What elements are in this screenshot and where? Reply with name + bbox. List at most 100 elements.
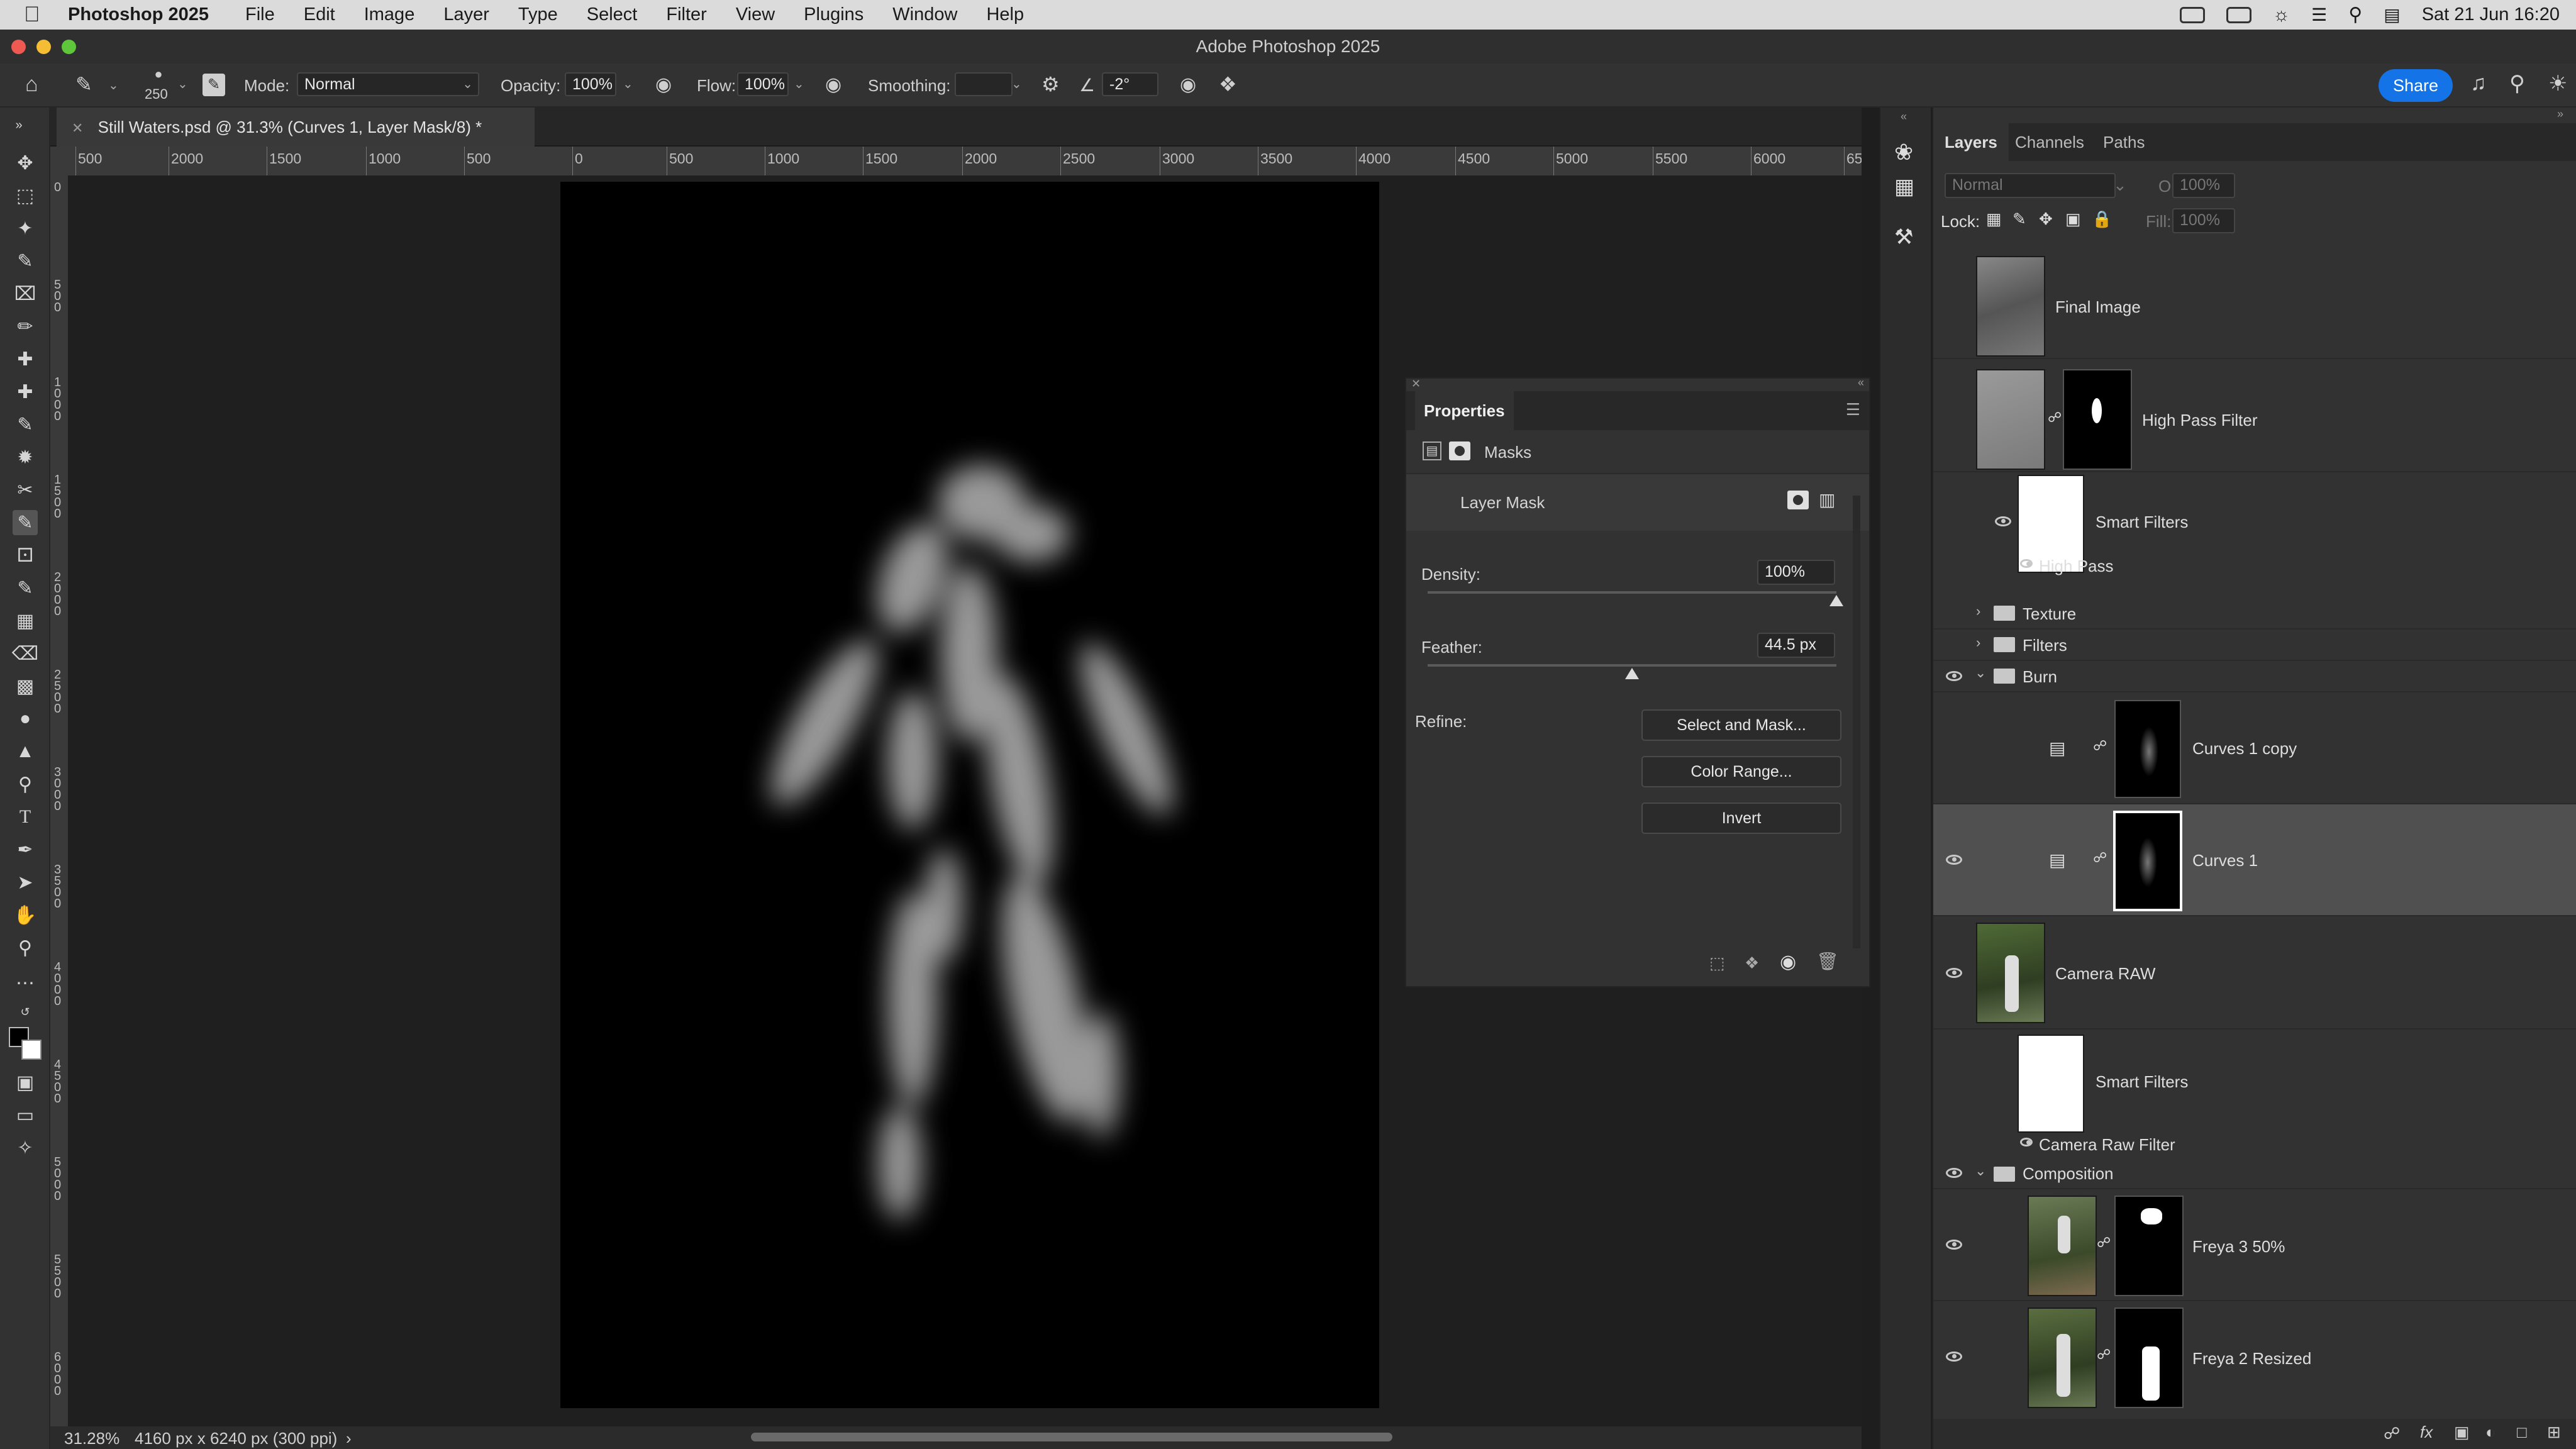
- tab-paths[interactable]: Paths: [2092, 123, 2157, 161]
- eye-icon[interactable]: [1946, 671, 1962, 681]
- close-panel-icon[interactable]: ✕: [1411, 377, 1421, 391]
- zoom-tool-icon[interactable]: ⚲: [13, 935, 38, 960]
- link-icon[interactable]: ☍: [2097, 1235, 2111, 1251]
- zoom-window-button[interactable]: [62, 40, 76, 54]
- chevron-right-icon[interactable]: ›: [346, 1429, 352, 1448]
- healing-tool-icon[interactable]: ✚: [13, 379, 38, 404]
- opacity-input[interactable]: 100%: [565, 72, 616, 96]
- chevron-down-icon[interactable]: ⌄: [1011, 76, 1022, 92]
- menu-view[interactable]: View: [736, 4, 775, 25]
- bell-icon[interactable]: ♫: [2470, 71, 2487, 96]
- clock[interactable]: Sat 21 Jun 16:20: [2422, 4, 2560, 25]
- layer-group-row[interactable]: ⌄ Burn: [1933, 661, 2576, 692]
- chevron-down-icon[interactable]: ⌄: [1975, 1163, 1986, 1179]
- vector-mask-icon[interactable]: ▥: [1819, 489, 1835, 510]
- new-group-icon[interactable]: □: [2517, 1423, 2527, 1442]
- adjustment-icon[interactable]: ▤: [1423, 441, 1441, 460]
- control-center-icon[interactable]: ▤: [2384, 4, 2400, 25]
- sharpen-tool-icon[interactable]: ▲: [13, 739, 38, 764]
- eye-icon[interactable]: ◉: [1780, 951, 1796, 973]
- path-selection-tool-icon[interactable]: ➤: [13, 870, 38, 895]
- horizontal-scrollbar[interactable]: [751, 1433, 1392, 1441]
- chevron-down-icon[interactable]: ⌄: [2113, 175, 2127, 195]
- status-menu-icon[interactable]: [2179, 6, 2205, 23]
- gear-icon[interactable]: ⚙: [1041, 72, 1060, 96]
- brush-tool-preset-icon[interactable]: ✎: [75, 72, 92, 96]
- layer-row[interactable]: Camera RAW: [1933, 916, 2576, 1030]
- density-slider[interactable]: [1428, 591, 1843, 606]
- collapse-icon[interactable]: »: [6, 113, 31, 138]
- layer-row[interactable]: Final Image: [1933, 246, 2576, 359]
- menu-file[interactable]: File: [245, 4, 275, 25]
- menu-layer[interactable]: Layer: [443, 4, 489, 25]
- hand-tool-icon[interactable]: ✋: [13, 902, 38, 928]
- minimize-window-button[interactable]: [36, 40, 51, 54]
- eye-icon[interactable]: [1946, 1352, 1962, 1362]
- close-window-button[interactable]: [11, 40, 26, 54]
- new-layer-icon[interactable]: ⊞: [2547, 1423, 2561, 1442]
- eye-icon[interactable]: [1995, 516, 2011, 526]
- tools-icon[interactable]: ⚒: [1894, 225, 1913, 250]
- chevron-down-icon[interactable]: ⌄: [108, 77, 119, 93]
- angle-input[interactable]: -2°: [1102, 72, 1158, 96]
- chevron-right-icon[interactable]: ›: [1976, 603, 1980, 619]
- color-wheel-icon[interactable]: ❀: [1894, 139, 1913, 165]
- document-canvas[interactable]: [560, 182, 1379, 1408]
- lock-all-icon[interactable]: 🔒: [2092, 209, 2112, 229]
- object-selection-tool-icon[interactable]: ✦: [13, 216, 38, 241]
- app-menu[interactable]: Photoshop 2025: [68, 4, 209, 25]
- feather-slider-thumb[interactable]: [1625, 668, 1639, 679]
- gradient-tool-icon[interactable]: ▩: [13, 674, 38, 699]
- eye-icon[interactable]: [2020, 559, 2033, 568]
- home-icon[interactable]: ⌂: [25, 72, 38, 97]
- tab-channels[interactable]: Channels: [2004, 123, 2096, 161]
- apple-icon[interactable]: : [24, 3, 55, 27]
- background-color-swatch[interactable]: [21, 1040, 42, 1060]
- spotlight-search-icon[interactable]: ⚲: [2348, 4, 2362, 26]
- patch-tool-icon[interactable]: ✎: [13, 412, 38, 437]
- zoom-level[interactable]: 31.28%: [64, 1429, 119, 1448]
- clone-stamp-tool-icon[interactable]: ⚀: [13, 543, 38, 568]
- collapse-icon[interactable]: «: [1901, 110, 1907, 123]
- add-mask-icon[interactable]: ▣: [2454, 1423, 2470, 1442]
- link-icon[interactable]: ☍: [2048, 409, 2062, 426]
- wifi-icon[interactable]: ☰: [2311, 4, 2327, 25]
- feather-slider[interactable]: [1428, 664, 1836, 679]
- adjustment-layer-icon[interactable]: ◐: [2485, 1423, 2496, 1442]
- eraser-tool-icon[interactable]: ⌫: [12, 641, 38, 666]
- type-tool-icon[interactable]: T: [13, 804, 38, 830]
- menu-type[interactable]: Type: [518, 4, 558, 25]
- eye-icon[interactable]: [1946, 855, 1962, 865]
- tab-layers[interactable]: Layers: [1933, 123, 2009, 161]
- link-icon[interactable]: ☍: [2093, 738, 2107, 754]
- trash-icon[interactable]: 🗑: [1816, 951, 1839, 972]
- symmetry-icon[interactable]: ❖: [1219, 72, 1237, 96]
- generative-icon[interactable]: ✧: [13, 1135, 38, 1160]
- layer-row[interactable]: ☍ High Pass Filter: [1933, 359, 2576, 472]
- apply-mask-icon[interactable]: ❖: [1745, 953, 1759, 973]
- blend-mode-select[interactable]: Normal: [1945, 173, 2116, 198]
- menu-select[interactable]: Select: [587, 4, 638, 25]
- menu-edit[interactable]: Edit: [304, 4, 335, 25]
- more-tools-icon[interactable]: ⋯: [13, 970, 38, 996]
- search-icon[interactable]: ⚲: [2509, 71, 2525, 96]
- creative-cloud-icon[interactable]: ☼: [2273, 4, 2290, 26]
- menu-plugins[interactable]: Plugins: [804, 4, 863, 25]
- link-layers-icon[interactable]: ☍: [2384, 1424, 2400, 1443]
- lock-image-icon[interactable]: ✎: [2012, 209, 2026, 229]
- brush-tool-icon[interactable]: ✎: [13, 510, 38, 535]
- chevron-down-icon[interactable]: ⌄: [177, 76, 188, 92]
- share-button[interactable]: Share: [2379, 69, 2453, 102]
- screen-mode-icon[interactable]: ▭: [13, 1102, 38, 1128]
- collapse-panel-icon[interactable]: «: [1858, 376, 1864, 389]
- paint-bucket-icon[interactable]: ▦: [13, 608, 38, 633]
- panel-menu-icon[interactable]: ☰: [1846, 400, 1860, 419]
- dodge-tool-icon[interactable]: ⚲: [13, 772, 38, 797]
- layer-group-row[interactable]: ⌄ Composition: [1933, 1159, 2576, 1189]
- invert-button[interactable]: Invert: [1641, 802, 1841, 834]
- link-icon[interactable]: ☍: [2097, 1346, 2111, 1363]
- select-and-mask-button[interactable]: Select and Mask...: [1641, 709, 1841, 741]
- crop-tool-icon[interactable]: ⌧: [13, 281, 38, 306]
- layer-row[interactable]: ☍ Freya 2 Resized: [1933, 1301, 2576, 1414]
- pressure-opacity-icon[interactable]: ◉: [655, 74, 672, 96]
